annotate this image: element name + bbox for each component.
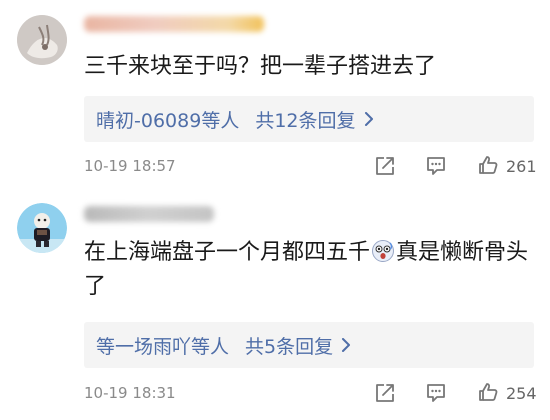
- timestamp: 10-19 18:31: [84, 384, 176, 402]
- reply-users: 等一场雨吖: [96, 335, 192, 358]
- comment-item: 在上海端盘子一个月都四五千 真是懒断骨头了 等一场雨吖 等人 共5条回复 10-19…: [0, 0, 550, 420]
- replies-link[interactable]: 等一场雨吖 等人 共5条回复: [84, 322, 534, 368]
- share-icon[interactable]: [373, 381, 397, 405]
- comment-icon[interactable]: [424, 381, 448, 405]
- comment-text-part-1: 在上海端盘子一个月都四五千: [84, 240, 371, 265]
- chevron-right-icon: [341, 338, 351, 352]
- like-icon[interactable]: [476, 380, 500, 404]
- comment-text: 在上海端盘子一个月都四五千 真是懒断骨头了: [84, 236, 534, 304]
- reply-users-suffix: 等人: [191, 335, 230, 358]
- like-count: 254: [506, 384, 537, 403]
- shocked-face-emoji-icon: [371, 239, 395, 263]
- avatar[interactable]: [17, 203, 67, 253]
- blurred-username: [84, 206, 214, 222]
- username-obscured[interactable]: [84, 204, 214, 224]
- reply-count: 共5条回复: [245, 335, 334, 358]
- comment-meta: 10-19 18:31: [84, 379, 534, 407]
